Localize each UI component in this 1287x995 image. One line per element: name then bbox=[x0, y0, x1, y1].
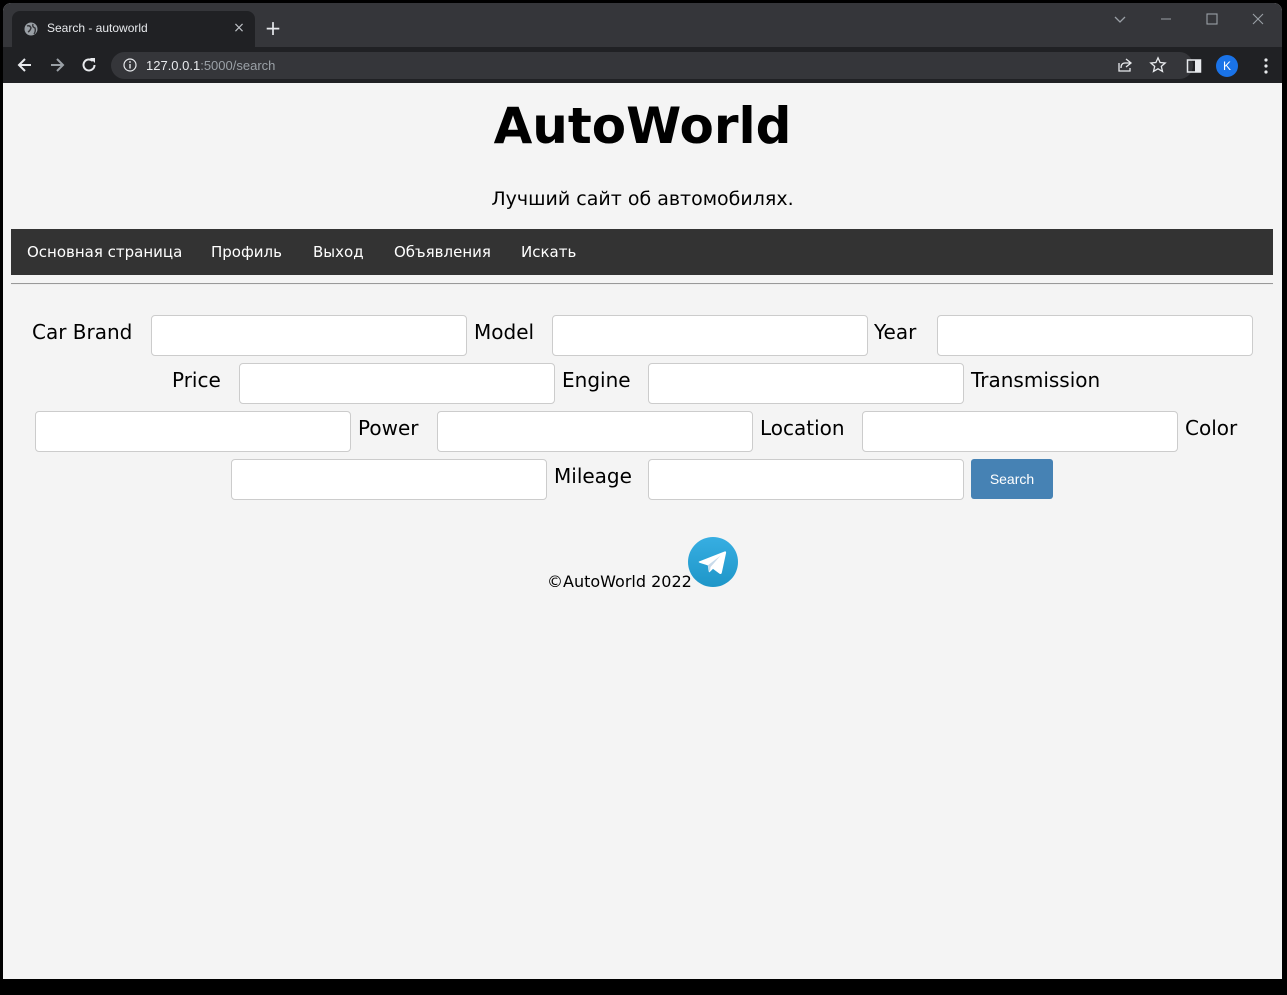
divider bbox=[11, 283, 1273, 285]
telegram-icon[interactable] bbox=[688, 537, 738, 587]
tab-close-icon[interactable]: × bbox=[231, 20, 247, 36]
year-input[interactable] bbox=[937, 315, 1253, 356]
color-label: Color bbox=[1185, 416, 1238, 440]
close-window-icon[interactable] bbox=[1248, 9, 1268, 29]
model-label: Model bbox=[474, 320, 535, 344]
site-subtitle: Лучший сайт об автомобилях. bbox=[491, 188, 794, 210]
page-content: AutoWorld Лучший сайт об автомобилях. Ос… bbox=[3, 83, 1282, 979]
price-input[interactable] bbox=[239, 363, 555, 404]
site-title: AutoWorld bbox=[493, 97, 792, 155]
engine-label: Engine bbox=[562, 368, 631, 392]
new-tab-button[interactable]: + bbox=[263, 18, 283, 38]
browser-toolbar: 127.0.0.1:5000/search K bbox=[3, 47, 1282, 83]
minimize-icon[interactable] bbox=[1156, 9, 1176, 29]
url-text[interactable]: 127.0.0.1:5000/search bbox=[146, 58, 275, 73]
tab-title: Search - autoworld bbox=[47, 21, 148, 35]
price-label: Price bbox=[172, 368, 221, 392]
browser-window: Search - autoworld × + 127.0.0.1:5000/se… bbox=[3, 3, 1282, 979]
model-input[interactable] bbox=[552, 315, 868, 356]
car-brand-label: Car Brand bbox=[32, 320, 133, 344]
url-host: 127.0.0.1 bbox=[146, 58, 201, 73]
transmission-input[interactable] bbox=[35, 411, 351, 452]
nav-logout-link[interactable]: Выход bbox=[313, 229, 364, 275]
globe-icon bbox=[24, 22, 38, 36]
search-button[interactable]: Search bbox=[971, 459, 1053, 499]
bookmark-star-icon[interactable] bbox=[1149, 56, 1167, 74]
location-label: Location bbox=[760, 416, 845, 440]
profile-avatar[interactable]: K bbox=[1216, 55, 1238, 77]
mileage-label: Mileage bbox=[554, 464, 632, 488]
power-label: Power bbox=[358, 416, 419, 440]
share-icon[interactable] bbox=[1117, 57, 1133, 73]
back-arrow-icon[interactable] bbox=[15, 55, 35, 75]
url-path: :5000/search bbox=[200, 58, 276, 73]
nav-home-link[interactable]: Основная страница bbox=[27, 229, 182, 275]
forward-arrow-icon[interactable] bbox=[47, 55, 67, 75]
browser-menu-icon[interactable] bbox=[1258, 57, 1274, 75]
car-brand-input[interactable] bbox=[151, 315, 467, 356]
main-navbar: Основная страница Профиль Выход Объявлен… bbox=[11, 229, 1273, 275]
tab-search-icon[interactable] bbox=[1110, 9, 1130, 29]
tab-strip: Search - autoworld × + bbox=[3, 3, 1282, 47]
browser-tab[interactable]: Search - autoworld × bbox=[12, 11, 255, 47]
nav-profile-link[interactable]: Профиль bbox=[211, 229, 282, 275]
side-panel-icon[interactable] bbox=[1186, 58, 1202, 74]
nav-search-link[interactable]: Искать bbox=[521, 229, 576, 275]
address-bar[interactable]: 127.0.0.1:5000/search bbox=[111, 52, 1193, 79]
power-input[interactable] bbox=[437, 411, 753, 452]
copyright-text: ©AutoWorld 2022 bbox=[547, 572, 692, 591]
year-label: Year bbox=[874, 320, 917, 344]
maximize-icon[interactable] bbox=[1202, 9, 1222, 29]
reload-icon[interactable] bbox=[79, 55, 99, 75]
engine-input[interactable] bbox=[648, 363, 964, 404]
nav-listings-link[interactable]: Объявления bbox=[394, 229, 491, 275]
mileage-input[interactable] bbox=[648, 459, 964, 500]
color-input[interactable] bbox=[231, 459, 547, 500]
transmission-label: Transmission bbox=[971, 368, 1101, 392]
site-info-icon[interactable] bbox=[123, 58, 137, 72]
location-input[interactable] bbox=[862, 411, 1178, 452]
